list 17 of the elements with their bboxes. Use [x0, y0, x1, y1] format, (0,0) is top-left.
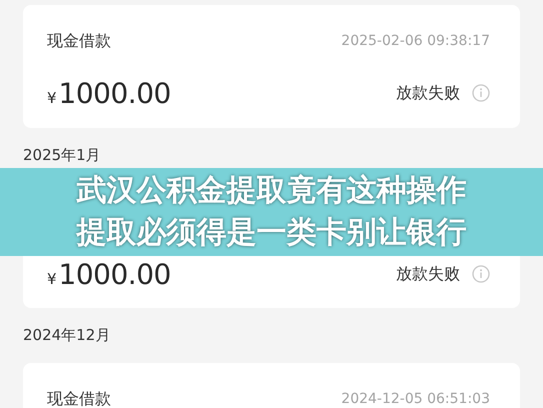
- record-card[interactable]: 现金借款 2024-12-05 06:51:03: [23, 363, 520, 408]
- record-time: 2025-02-06 09:38:17: [341, 33, 490, 49]
- record-card[interactable]: 现金借款 2025-02-06 09:38:17 ¥1000.00 放款失败: [23, 5, 520, 128]
- record-status: 放款失败: [396, 82, 460, 104]
- record-amount: ¥1000.00: [47, 76, 171, 110]
- headline-text: 提取必须得是一类卡别让银行: [76, 214, 466, 252]
- record-status: 放款失败: [396, 264, 460, 284]
- info-icon[interactable]: [472, 84, 490, 102]
- record-title: 现金借款: [47, 30, 111, 52]
- record-card[interactable]: ¥1000.00 放款失败: [23, 256, 520, 308]
- headline-text: 武汉公积金提取竟有这种操作: [76, 172, 466, 210]
- month-header: 2024年12月: [23, 325, 112, 346]
- info-icon[interactable]: [472, 265, 490, 283]
- record-title: 现金借款: [47, 388, 111, 408]
- record-time: 2024-12-05 06:51:03: [341, 391, 490, 407]
- record-amount: ¥1000.00: [47, 258, 171, 290]
- month-header: 2025年1月: [23, 145, 102, 166]
